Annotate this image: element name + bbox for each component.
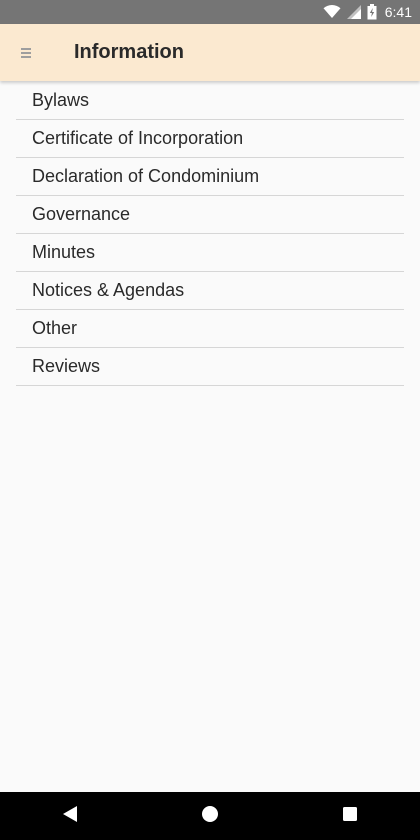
app-bar: Information	[0, 24, 420, 81]
wifi-icon	[323, 5, 341, 19]
status-icons: 6:41	[323, 0, 412, 24]
list-item-notices-agendas[interactable]: Notices & Agendas	[16, 272, 404, 310]
list-item-certificate-of-incorporation[interactable]: Certificate of Incorporation	[16, 120, 404, 158]
status-bar: 6:41	[0, 0, 420, 24]
home-icon	[201, 805, 219, 828]
list-item-governance[interactable]: Governance	[16, 196, 404, 234]
list-item-minutes[interactable]: Minutes	[16, 234, 404, 272]
information-list: Bylaws Certificate of Incorporation Decl…	[16, 82, 404, 386]
status-time: 6:41	[384, 4, 412, 20]
menu-icon[interactable]	[16, 41, 36, 65]
navigation-bar	[0, 792, 420, 840]
list-item-declaration-of-condominium[interactable]: Declaration of Condominium	[16, 158, 404, 196]
battery-icon	[367, 4, 377, 20]
recents-icon	[342, 806, 358, 827]
page-title: Information	[74, 41, 184, 63]
home-button[interactable]	[180, 792, 240, 840]
list-item-bylaws[interactable]: Bylaws	[16, 82, 404, 120]
back-icon	[62, 805, 78, 828]
signal-icon	[346, 5, 361, 19]
back-button[interactable]	[40, 792, 100, 840]
list-item-reviews[interactable]: Reviews	[16, 348, 404, 386]
recents-button[interactable]	[320, 792, 380, 840]
list-item-other[interactable]: Other	[16, 310, 404, 348]
